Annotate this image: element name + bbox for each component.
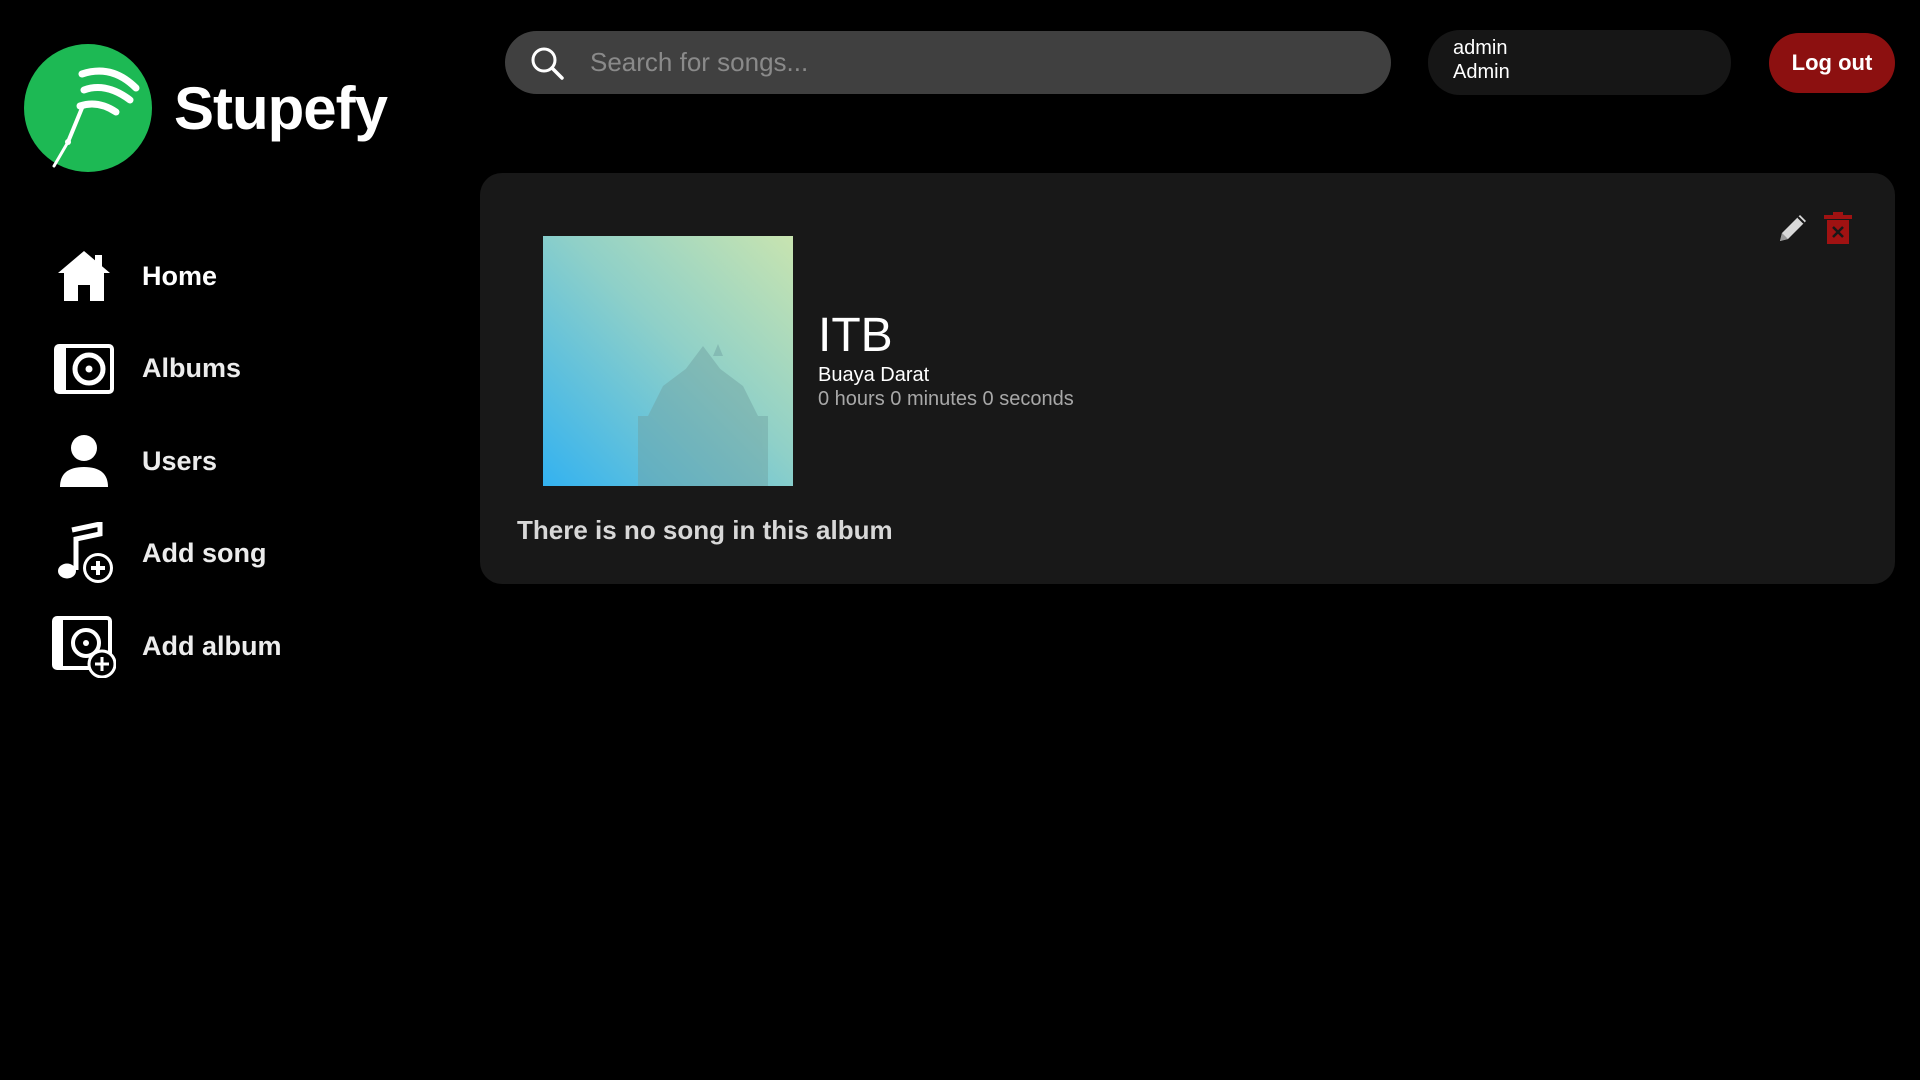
pencil-icon[interactable] [1776, 211, 1810, 245]
album-artist: Buaya Darat [818, 364, 930, 386]
sidebar-item-home[interactable]: Home [52, 244, 412, 308]
home-icon [52, 244, 116, 308]
app-name: Stupefy [174, 74, 388, 142]
sidebar-item-add-album[interactable]: Add album [52, 614, 412, 678]
search-bar [505, 31, 1391, 94]
user-role: Admin [1453, 61, 1510, 83]
sidebar-item-albums[interactable]: Albums [52, 337, 412, 401]
app-root: Stupefy Home Albums Users Add song Add a… [0, 0, 1920, 1080]
album-icon [52, 337, 116, 401]
trash-icon[interactable] [1823, 211, 1853, 245]
sidebar-item-label: Add song [142, 538, 267, 568]
logo[interactable]: Stupefy [24, 44, 388, 172]
album-duration: 0 hours 0 minutes 0 seconds [818, 388, 1074, 410]
empty-songs-message: There is no song in this album [517, 515, 893, 545]
stupefy-logo-icon [24, 44, 152, 172]
add-album-icon [52, 614, 116, 678]
sidebar-item-label: Albums [142, 353, 242, 383]
sidebar-item-label: Add album [142, 630, 282, 661]
album-title: ITB [818, 309, 893, 362]
sidebar: Home Albums Users Add song Add album [52, 244, 412, 707]
album-cover [543, 236, 793, 486]
sidebar-item-add-song[interactable]: Add song [52, 521, 412, 586]
sidebar-item-users[interactable]: Users [52, 429, 412, 493]
logout-button[interactable]: Log out [1769, 33, 1895, 93]
username: admin [1453, 37, 1508, 59]
sidebar-item-label: Users [142, 445, 218, 476]
search-icon [531, 47, 564, 80]
sidebar-item-label: Home [142, 260, 218, 291]
search-input[interactable] [590, 47, 1370, 78]
album-card: ITB Buaya Darat 0 hours 0 minutes 0 seco… [480, 173, 1895, 584]
user-icon [52, 429, 116, 493]
add-song-icon [52, 521, 116, 586]
user-info[interactable]: admin Admin [1428, 30, 1731, 95]
